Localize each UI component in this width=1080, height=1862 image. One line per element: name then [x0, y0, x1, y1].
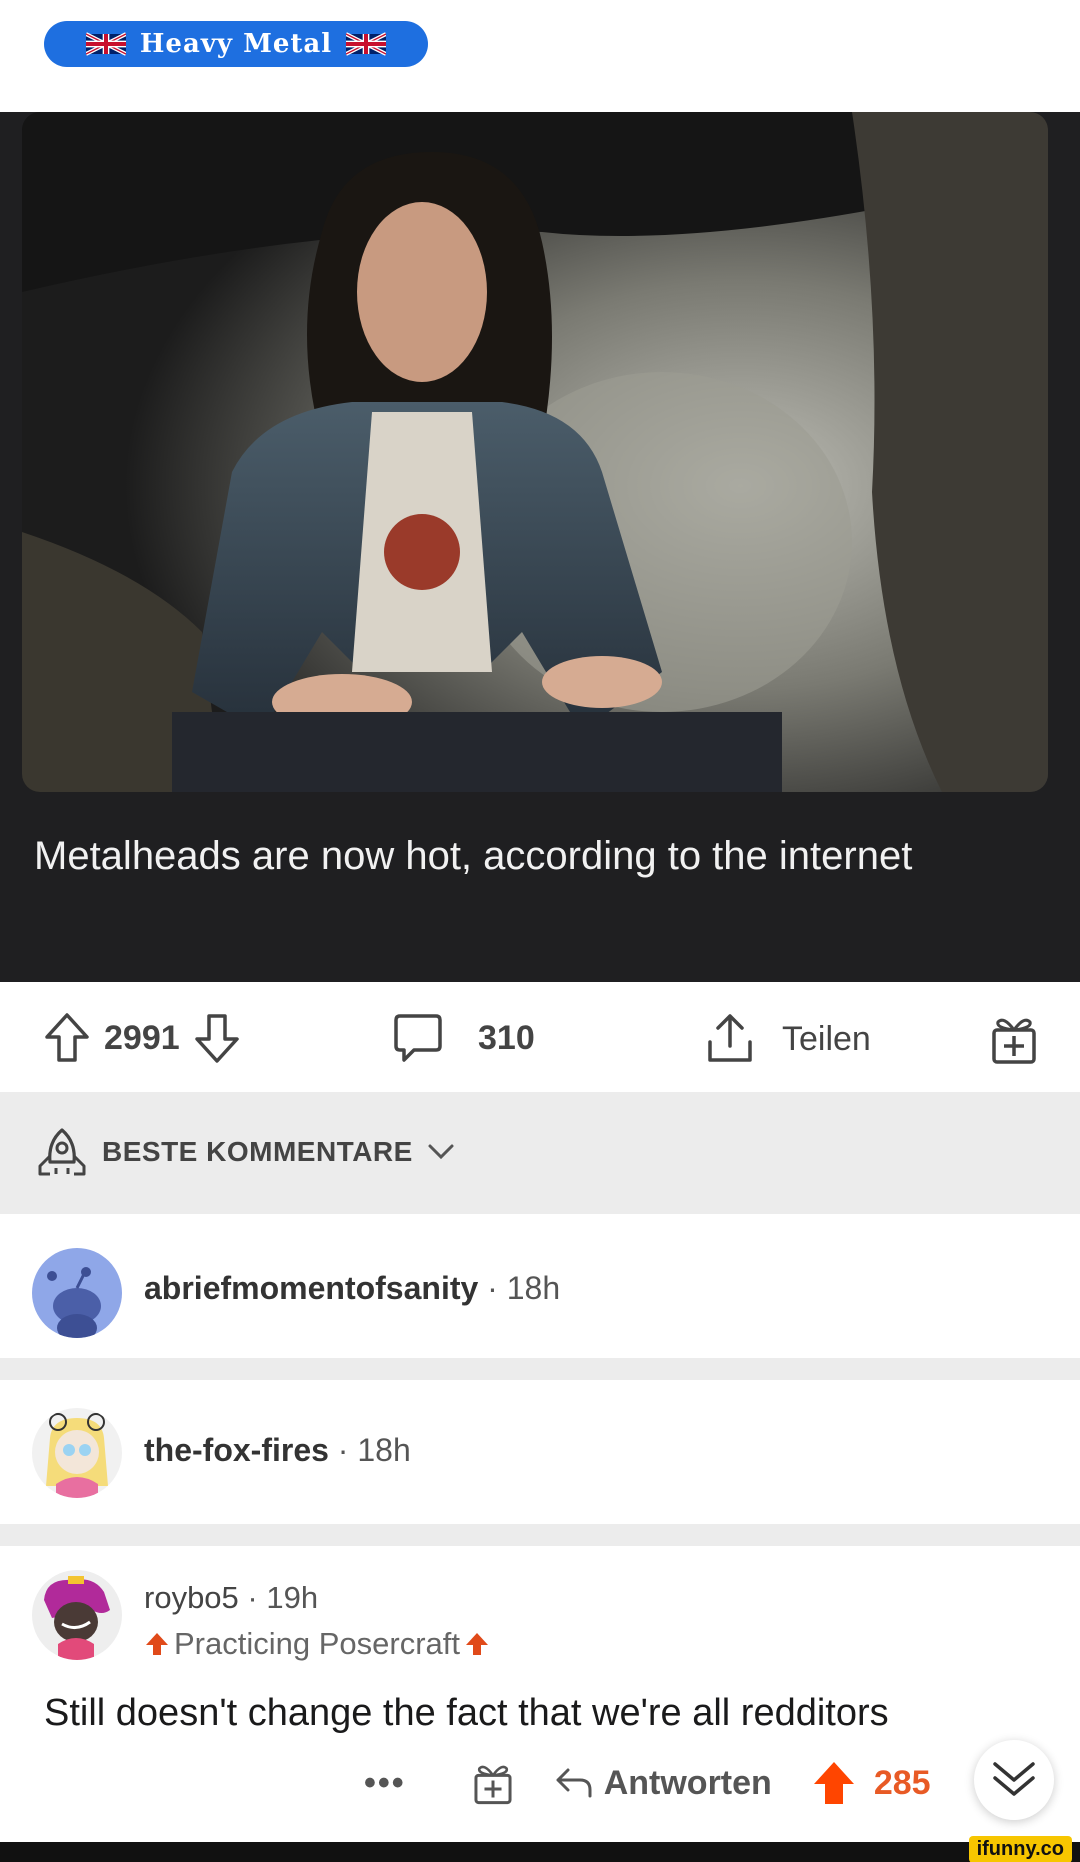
bottom-bar [0, 1842, 1080, 1862]
upvote-icon [466, 1633, 488, 1655]
comment-2[interactable]: the-fox-fires · 18h [0, 1380, 1080, 1524]
comment-3[interactable]: roybo5 · 19h Practicing Posercraft Still… [0, 1546, 1080, 1842]
user-flair-label: Practicing Posercraft [174, 1626, 460, 1661]
comment-author[interactable]: roybo5 [144, 1580, 239, 1615]
comment-score: 285 [873, 1763, 931, 1802]
meta-separator: · [247, 1580, 267, 1615]
comment-1[interactable]: abriefmomentofsanity · 18h [0, 1214, 1080, 1358]
meta-separator: · [487, 1270, 507, 1306]
post-image[interactable] [22, 112, 1048, 792]
avatar[interactable] [32, 1408, 122, 1498]
upvote-icon[interactable] [44, 1012, 90, 1064]
comment-meta: abriefmomentofsanity · 18h [144, 1270, 560, 1307]
comments-button[interactable]: 310 [392, 1012, 535, 1064]
reply-icon [556, 1768, 592, 1798]
avatar[interactable] [32, 1248, 122, 1338]
rocket-icon [38, 1128, 86, 1176]
meta-separator: · [337, 1432, 358, 1468]
post-flair-label: Heavy Metal [139, 29, 333, 59]
gift-icon [992, 1018, 1036, 1064]
comment-time: 19h [266, 1580, 319, 1615]
downvote-icon[interactable] [194, 1012, 240, 1064]
collapse-button[interactable] [974, 1740, 1054, 1820]
avatar[interactable] [32, 1570, 122, 1660]
share-icon [708, 1014, 752, 1062]
post-actions-bar: 2991 310 Teilen [0, 982, 1080, 1092]
comment-sort-bar: BESTE KOMMENTARE [0, 1092, 1080, 1214]
comment-author[interactable]: the-fox-fires [144, 1432, 329, 1468]
comment-body: Still doesn't change the fact that we're… [44, 1692, 889, 1734]
post-flair[interactable]: Heavy Metal [44, 21, 428, 67]
share-label: Teilen [782, 1019, 871, 1058]
double-chevron-down-icon [993, 1762, 1035, 1796]
comment-divider [0, 1524, 1080, 1546]
award-button[interactable] [990, 1012, 1038, 1066]
comment-author[interactable]: abriefmomentofsanity [144, 1270, 478, 1306]
comment-time: 18h [357, 1432, 411, 1468]
post-caption: Metalheads are now hot, according to the… [34, 834, 913, 878]
comment-time: 18h [506, 1270, 561, 1306]
comment-meta: roybo5 · 19h [144, 1580, 318, 1616]
comment-sort-label: BESTE KOMMENTARE [102, 1136, 413, 1167]
post-score: 2991 [104, 1018, 180, 1057]
share-button[interactable]: Teilen [704, 1012, 871, 1066]
vote-group: 2991 [44, 1012, 240, 1064]
reply-label: Antworten [603, 1763, 772, 1802]
post-flair-row: Heavy Metal [0, 0, 1080, 112]
watermark-logo: ifunny.co [968, 1836, 1072, 1862]
comment-divider [0, 1358, 1080, 1380]
uk-flag-icon [346, 32, 387, 56]
comment-count: 310 [478, 1018, 535, 1057]
post-card[interactable]: Metalheads are now hot, according to the… [0, 112, 1080, 982]
more-options-icon[interactable]: ••• [364, 1764, 406, 1803]
user-flair: Practicing Posercraft [144, 1626, 490, 1662]
uk-flag-icon [85, 32, 126, 56]
comment-icon [394, 1014, 442, 1062]
gift-icon[interactable] [472, 1760, 514, 1806]
comment-actions: ••• Antworten 285 [364, 1760, 931, 1806]
upvote-icon [146, 1633, 168, 1655]
comment-meta: the-fox-fires · 18h [144, 1432, 411, 1469]
comment-sort-dropdown[interactable]: BESTE KOMMENTARE [36, 1126, 455, 1178]
upvote-icon[interactable] [812, 1760, 856, 1806]
reply-button[interactable]: Antworten [554, 1764, 772, 1803]
chevron-down-icon [428, 1144, 454, 1160]
